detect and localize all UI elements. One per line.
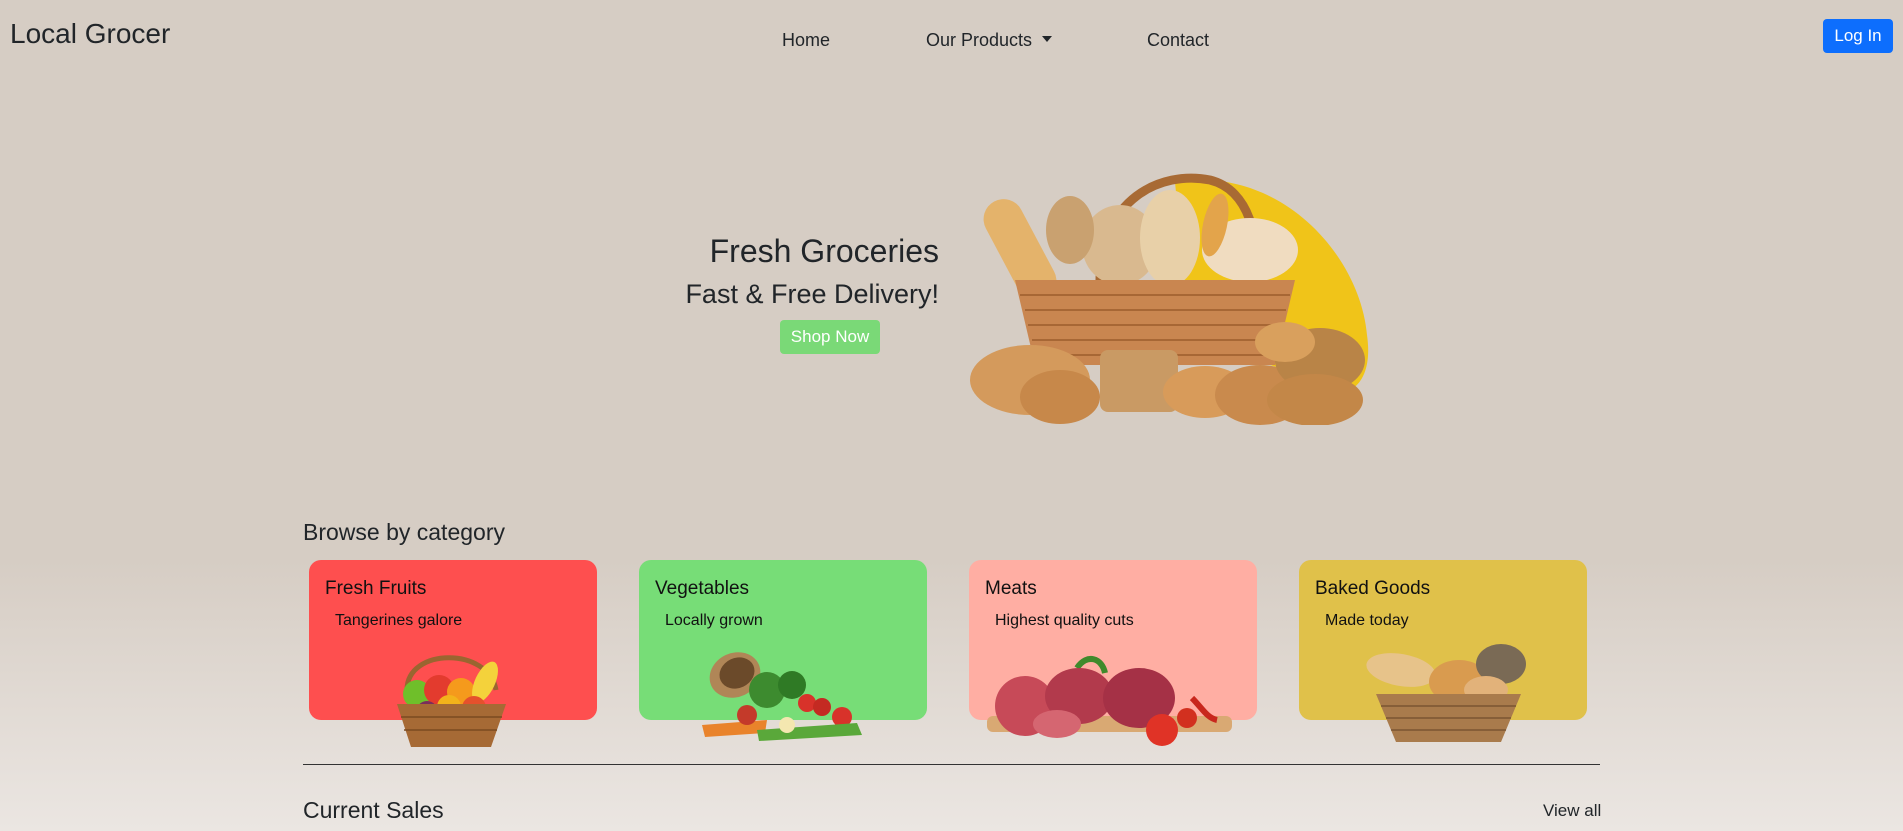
- category-title: Vegetables: [655, 578, 750, 599]
- browse-heading: Browse by category: [303, 519, 505, 545]
- category-description: Locally grown: [665, 612, 763, 629]
- category-description: Highest quality cuts: [995, 612, 1134, 629]
- brand-logo[interactable]: Local Grocer: [10, 18, 170, 50]
- category-card-baked-goods[interactable]: Baked Goods Made today: [1299, 560, 1587, 742]
- caret-down-icon: [1042, 36, 1053, 43]
- hero-bread-basket-image: [970, 173, 1369, 425]
- current-sales-heading: Current Sales: [303, 797, 444, 823]
- login-button[interactable]: Log In: [1823, 19, 1893, 53]
- nav-contact-link[interactable]: Contact: [1147, 30, 1209, 51]
- category-description: Made today: [1325, 612, 1409, 629]
- category-description: Tangerines galore: [335, 612, 463, 629]
- nav-products-dropdown[interactable]: Our Products: [926, 30, 1053, 51]
- section-divider: [303, 764, 1600, 765]
- fruit-basket-image: [397, 655, 506, 747]
- category-title: Fresh Fruits: [325, 578, 427, 599]
- category-title: Baked Goods: [1315, 578, 1431, 599]
- shop-now-button[interactable]: Shop Now: [780, 320, 880, 354]
- nav-products-label: Our Products: [926, 30, 1033, 50]
- view-all-link[interactable]: View all: [1543, 801, 1601, 821]
- vegetables-image: [702, 652, 862, 741]
- hero-subtitle: Fast & Free Delivery!: [685, 279, 939, 309]
- nav-home-link[interactable]: Home: [782, 30, 830, 51]
- meat-cuts-image: [987, 656, 1232, 746]
- hero-title: Fresh Groceries: [709, 233, 939, 269]
- category-title: Meats: [985, 578, 1037, 599]
- bread-basket-image: [1366, 644, 1526, 742]
- category-card-fruits[interactable]: Fresh Fruits Tangerines galore: [309, 560, 597, 747]
- category-card-vegetables[interactable]: Vegetables Locally grown: [639, 560, 927, 741]
- category-card-meats[interactable]: Meats Highest quality cuts: [969, 560, 1257, 746]
